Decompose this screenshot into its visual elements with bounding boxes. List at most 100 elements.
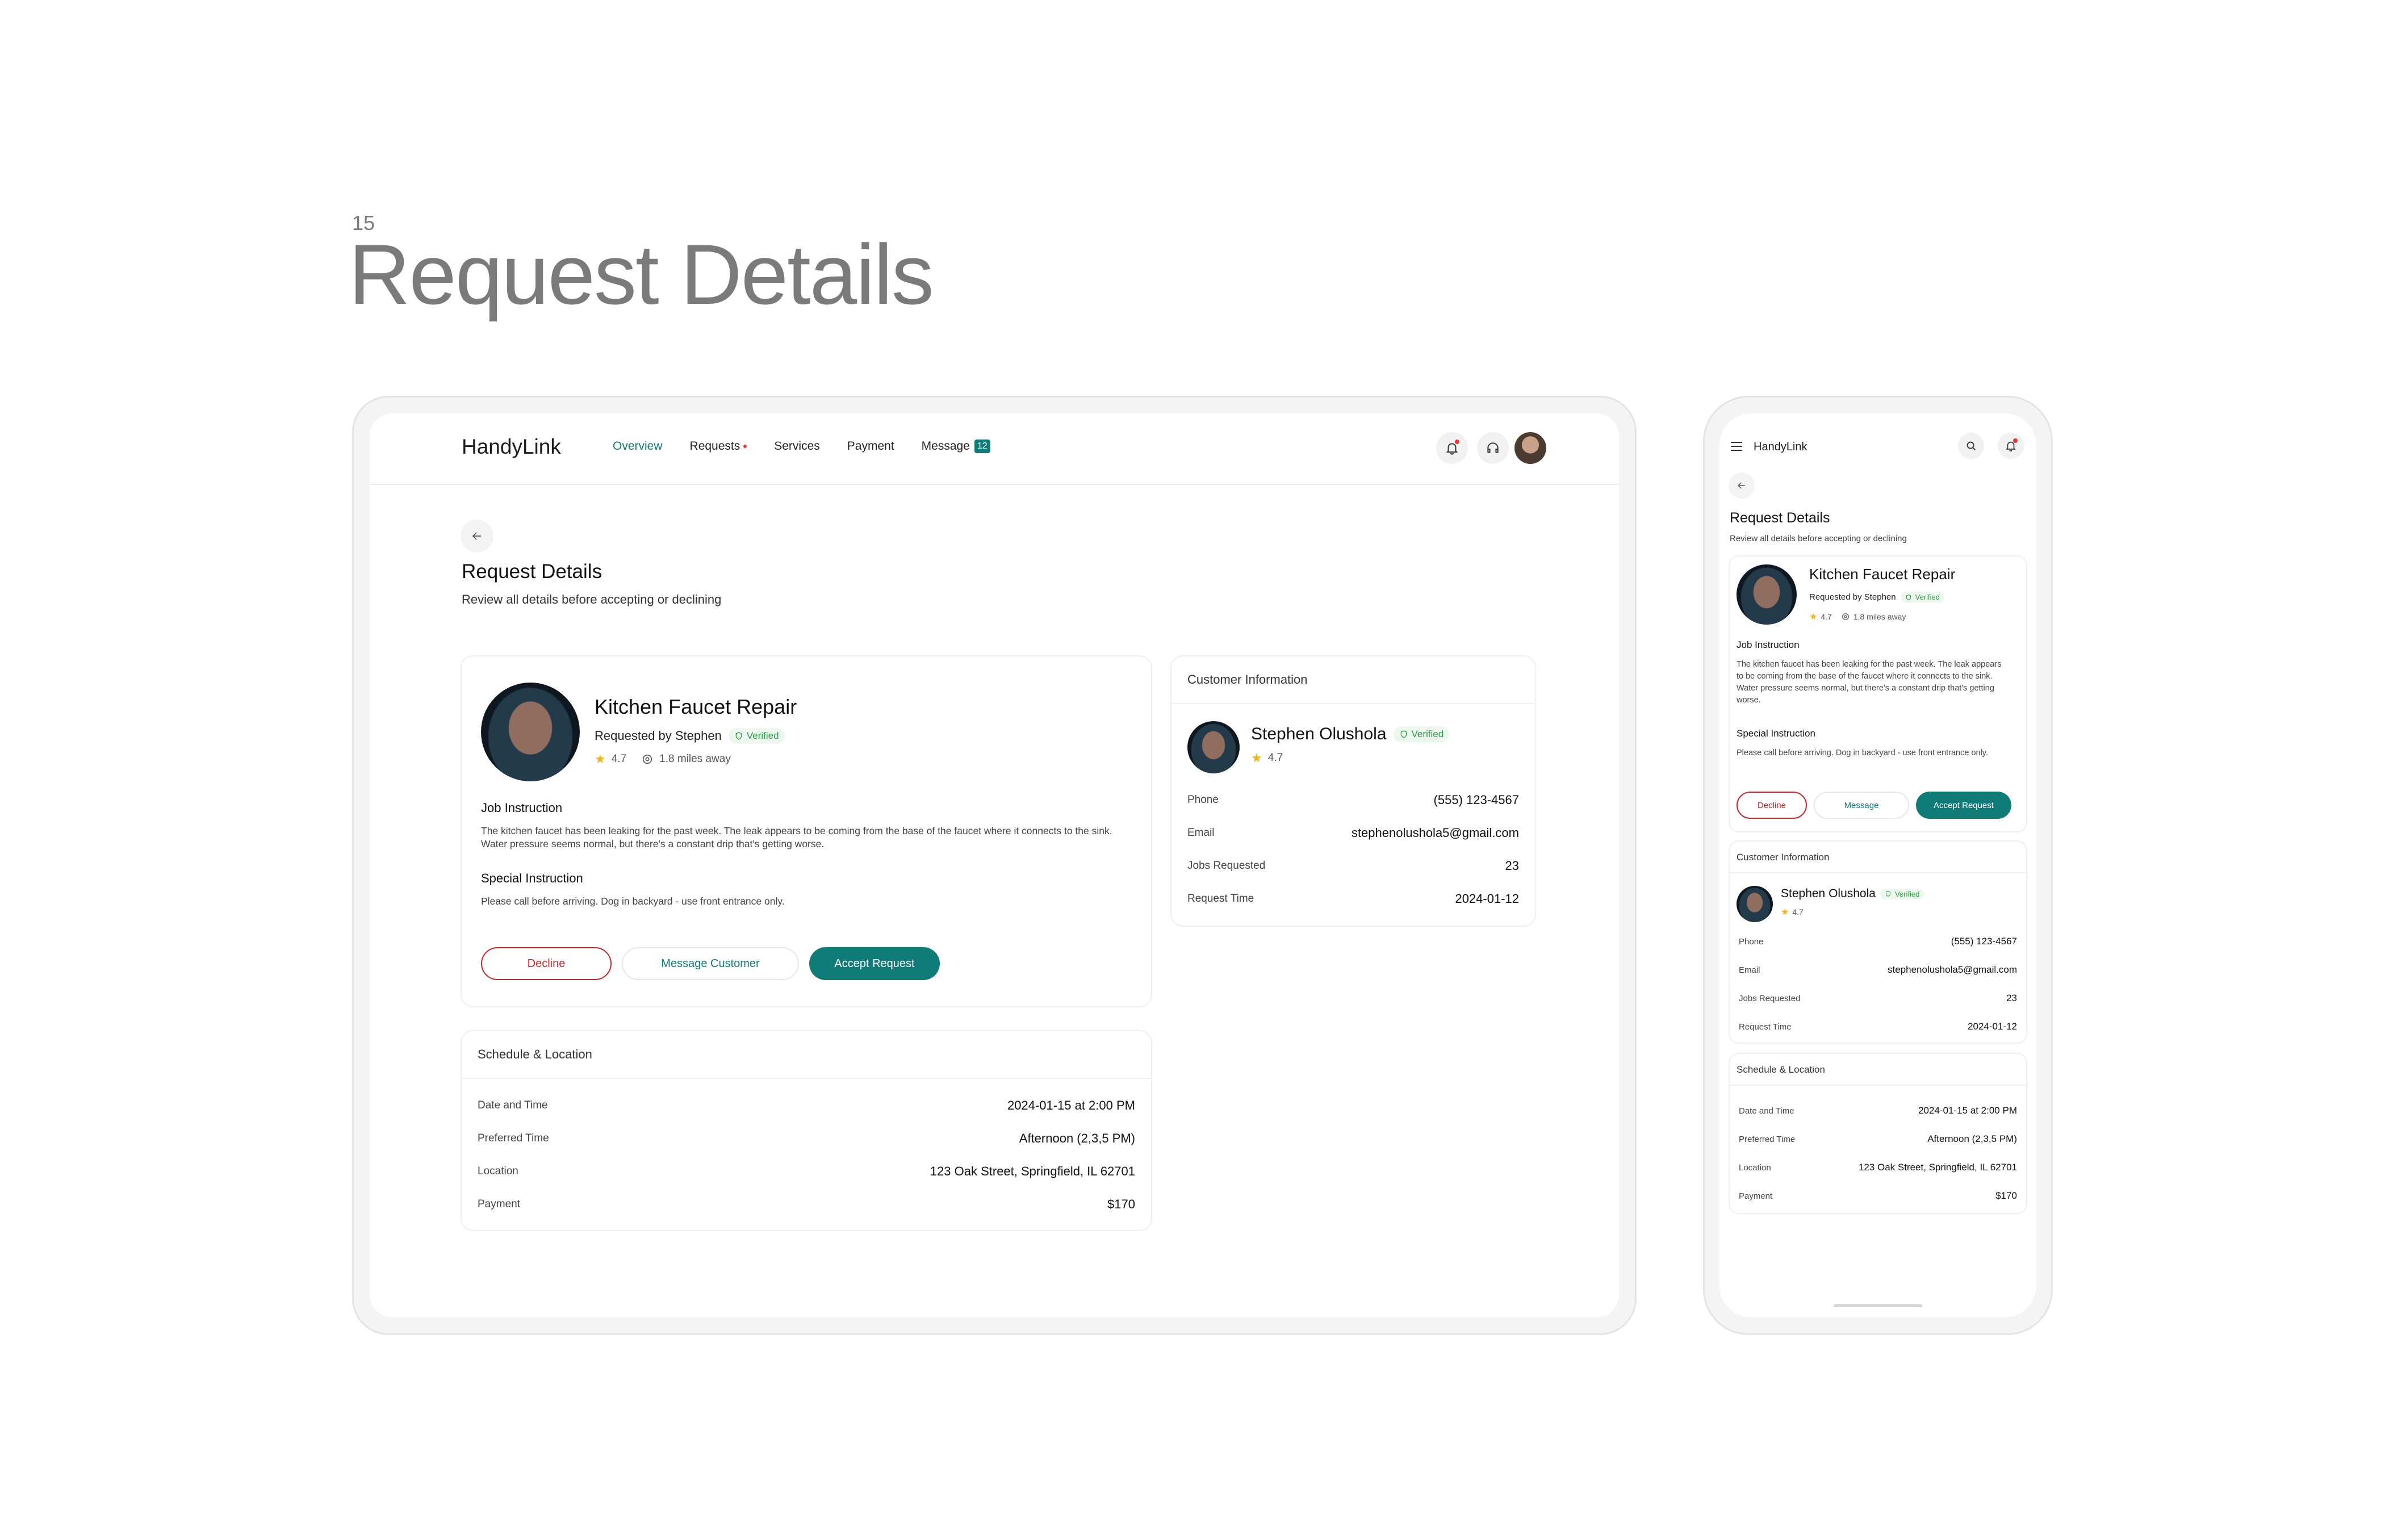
tablet-frame: HandyLink Overview Requests Services Pay…	[352, 396, 1637, 1335]
schedule-value: $170	[1107, 1197, 1135, 1211]
customer-value: 2024-01-12	[1968, 1021, 2017, 1032]
schedule-value: 123 Oak Street, Springfield, IL 62701	[930, 1164, 1135, 1178]
app-logo[interactable]: HandyLink	[462, 435, 561, 459]
top-nav: HandyLink Overview Requests Services Pay…	[370, 413, 1619, 485]
customer-rating-row: ★ 4.7	[1251, 751, 1283, 765]
user-avatar[interactable]	[1514, 432, 1546, 464]
job-title: Kitchen Faucet Repair	[595, 695, 797, 718]
phone-request-card: Kitchen Faucet Repair Requested by Steph…	[1729, 555, 2027, 832]
customer-value: stephenolushola5@gmail.com	[1888, 964, 2017, 975]
notification-dot	[2013, 438, 2018, 443]
requester-photo	[1737, 564, 1797, 625]
special-instruction-label: Special Instruction	[481, 871, 583, 885]
notification-dot	[1455, 440, 1459, 444]
nav-services[interactable]: Services	[774, 440, 820, 453]
customer-row: Email stephenolushola5@gmail.com	[1739, 964, 2017, 976]
location-pin-icon	[1842, 613, 1849, 620]
customer-name: Stephen Olushola	[1251, 725, 1387, 743]
customer-header: Customer Information	[1730, 842, 2026, 873]
message-count-badge: 12	[974, 440, 990, 453]
schedule-value: $170	[1995, 1190, 2017, 1201]
shield-icon	[1906, 594, 1911, 600]
customer-name: Stephen Olushola	[1781, 887, 1876, 900]
phone-message-button[interactable]: Message	[1814, 792, 1909, 819]
schedule-row: Preferred Time Afternoon (2,3,5 PM)	[1739, 1133, 2017, 1145]
phone-page-title: Request Details	[1730, 510, 1830, 526]
accept-request-button[interactable]: Accept Request	[809, 947, 940, 980]
slide-title: Request Details	[349, 227, 934, 322]
customer-row: Request Time 2024-01-12	[1739, 1021, 2017, 1032]
notifications-button[interactable]	[1436, 432, 1468, 464]
phone-app-logo[interactable]: HandyLink	[1754, 441, 1807, 454]
phone-back-button[interactable]	[1729, 472, 1755, 499]
phone-search-button[interactable]	[1958, 433, 1984, 459]
nav-requests[interactable]: Requests	[690, 440, 747, 453]
schedule-row: Location 123 Oak Street, Springfield, IL …	[1739, 1162, 2017, 1173]
nav-message-label: Message	[921, 440, 970, 453]
customer-card: Customer Information Stephen Olushola Ve…	[1170, 655, 1536, 927]
requested-by: Requested by Stephen	[595, 729, 722, 743]
customer-photo	[1187, 721, 1240, 773]
job-instruction-text: The kitchen faucet has been leaking for …	[1737, 660, 2002, 705]
special-instruction-label: Special Instruction	[1737, 728, 1815, 739]
request-card: Kitchen Faucet Repair Requested by Steph…	[461, 655, 1152, 1007]
nav-message[interactable]: Message 12	[922, 440, 990, 453]
schedule-header: Schedule & Location	[462, 1031, 1151, 1079]
shield-icon	[735, 732, 742, 740]
job-instruction-label: Job Instruction	[481, 801, 563, 815]
requester-photo	[481, 683, 580, 781]
back-button[interactable]	[461, 520, 493, 553]
schedule-value: 2024-01-15 at 2:00 PM	[1918, 1105, 2017, 1116]
star-icon: ★	[1809, 612, 1818, 622]
verified-label: Verified	[1894, 889, 1920, 898]
search-icon	[1966, 441, 1976, 450]
phone-page-subtitle: Review all details before accepting or d…	[1730, 534, 1907, 543]
message-customer-button[interactable]: Message Customer	[622, 947, 799, 980]
distance: 1.8 miles away	[1853, 612, 1906, 621]
distance: 1.8 miles away	[659, 753, 731, 765]
verified-badge: Verified	[1900, 592, 1944, 602]
phone-customer-card: Customer Information Stephen Olushola Ve…	[1729, 840, 2027, 1044]
schedule-label: Preferred Time	[478, 1132, 549, 1144]
tablet-screen: HandyLink Overview Requests Services Pay…	[370, 413, 1619, 1317]
page-subtitle: Review all details before accepting or d…	[462, 592, 722, 606]
request-meta: ★ 4.7 1.8 miles away	[595, 752, 731, 767]
schedule-row: Preferred Time Afternoon (2,3,5 PM)	[478, 1131, 1135, 1146]
nav-overview[interactable]: Overview	[613, 440, 663, 453]
customer-verified-badge: Verified	[1393, 726, 1450, 742]
arrow-left-icon	[472, 532, 481, 540]
phone-job-title: Kitchen Faucet Repair	[1809, 566, 1956, 583]
rating: 4.7	[611, 753, 627, 765]
job-instruction-text: The kitchen faucet has been leaking for …	[481, 825, 1112, 849]
schedule-label: Location	[1739, 1162, 1771, 1173]
phone-request-meta: ★ 4.7 1.8 miles away	[1809, 611, 1906, 622]
customer-rating: 4.7	[1792, 907, 1804, 917]
customer-photo	[1737, 886, 1773, 922]
special-instruction-text: Please call before arriving. Dog in back…	[1737, 748, 1989, 758]
customer-row: Phone (555) 123-4567	[1187, 793, 1519, 807]
customer-label: Request Time	[1739, 1022, 1792, 1032]
schedule-row: Date and Time 2024-01-15 at 2:00 PM	[1739, 1105, 2017, 1116]
verified-label: Verified	[1411, 729, 1444, 739]
schedule-value: 2024-01-15 at 2:00 PM	[1007, 1098, 1135, 1112]
phone-notifications-button[interactable]	[1998, 433, 2024, 459]
customer-label: Phone	[1187, 794, 1219, 806]
location-pin-icon	[642, 754, 652, 764]
schedule-label: Date and Time	[478, 1099, 548, 1111]
verified-badge: Verified	[728, 728, 785, 744]
customer-label: Phone	[1739, 936, 1764, 947]
schedule-header: Schedule & Location	[1730, 1054, 2026, 1086]
customer-rating: 4.7	[1267, 752, 1283, 764]
customer-label: Jobs Requested	[1187, 860, 1266, 872]
customer-row: Email stephenolushola5@gmail.com	[1187, 826, 1519, 840]
customer-value: 23	[2006, 993, 2017, 1003]
requested-by: Requested by Stephen	[1809, 592, 1896, 602]
support-button[interactable]	[1477, 432, 1509, 464]
nav-payment[interactable]: Payment	[847, 440, 894, 453]
decline-button[interactable]: Decline	[481, 947, 612, 980]
phone-decline-button[interactable]: Decline	[1737, 792, 1807, 819]
hamburger-menu-icon[interactable]	[1731, 442, 1742, 451]
nav-payment-label: Payment	[847, 440, 894, 453]
phone-accept-button[interactable]: Accept Request	[1916, 792, 2011, 819]
star-icon: ★	[595, 752, 606, 766]
